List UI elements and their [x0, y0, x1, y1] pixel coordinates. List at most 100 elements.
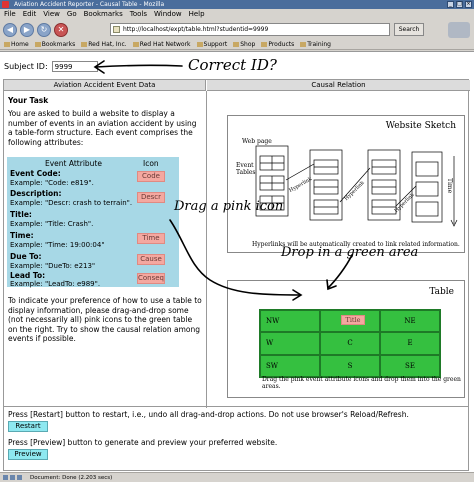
back-icon[interactable]: ◀ — [3, 23, 17, 37]
drop-cell-ne[interactable]: NE — [380, 310, 440, 333]
left-column-header: Aviation Accident Event Data — [4, 80, 206, 91]
drop-cell-n[interactable]: Title — [320, 310, 380, 333]
drop-cell-c[interactable]: C — [320, 332, 380, 355]
restart-button[interactable]: Restart — [8, 421, 48, 432]
drop-cell-s[interactable]: S — [320, 354, 380, 377]
right-column-header: Causal Relation — [207, 80, 470, 91]
preview-instructions: Press [Preview] button to generate and p… — [8, 438, 278, 447]
pink-icon-code[interactable]: Code — [137, 171, 165, 182]
url-text: http://localhost/expt/table.html?student… — [123, 26, 269, 33]
subject-label: Subject ID: — [4, 62, 48, 71]
subject-id-input[interactable] — [51, 61, 98, 72]
status-bar: Document: Done (2.203 secs) — [0, 472, 474, 482]
status-icons — [3, 475, 22, 480]
minimize-icon[interactable]: _ — [447, 1, 454, 8]
attr-label-title: Title: — [10, 210, 32, 219]
sketch-time-label: Time — [446, 178, 453, 194]
column-divider — [206, 91, 207, 408]
menu-tools[interactable]: Tools — [130, 9, 147, 20]
attr-example-description: Example: "Descr: crash to terrain". — [10, 199, 133, 207]
attr-example-time: Example: "Time: 19:00:04" — [10, 241, 105, 249]
preview-button[interactable]: Preview — [8, 449, 48, 460]
cell-label-s: S — [347, 361, 353, 370]
bookmark-redhat-network[interactable]: Red Hat Network — [133, 40, 191, 49]
menu-window[interactable]: Window — [154, 9, 182, 20]
bottom-controls: Press [Restart] button to restart, i.e.,… — [3, 407, 469, 471]
maximize-icon[interactable]: □ — [456, 1, 463, 8]
status-text: Document: Done (2.203 secs) — [30, 475, 113, 481]
window-titlebar: Aviation Accident Reporter - Causal Tabl… — [0, 0, 474, 9]
attr-example-dueto: Example: "DueTo: e213" — [10, 262, 96, 270]
attr-label-time: Time: — [10, 231, 34, 240]
window-title: Aviation Accident Reporter - Causal Tabl… — [14, 1, 165, 8]
bookmark-redhat[interactable]: Red Hat, Inc. — [81, 40, 126, 49]
attr-label-leadto: Lead To: — [10, 271, 46, 280]
sketch-diagram — [255, 145, 458, 227]
drop-cell-se[interactable]: SE — [380, 354, 440, 377]
cell-label-ne: NE — [404, 317, 416, 326]
task-instructions: To indicate your preference of how to us… — [8, 296, 202, 343]
bookmark-shop[interactable]: Shop — [233, 40, 255, 49]
search-button[interactable]: Search — [394, 23, 424, 36]
annotation-correct-id: Correct ID? — [188, 56, 277, 74]
cell-label-nw: NW — [266, 317, 280, 326]
menu-view[interactable]: View — [43, 9, 60, 20]
cell-label-c: C — [347, 339, 353, 348]
attr-example-code: Example: "Code: e819". — [10, 179, 94, 187]
restart-instructions: Press [Restart] button to restart, i.e.,… — [8, 410, 409, 419]
drop-table-panel: Table NW Title NE W C E SW S SE Drag the… — [227, 280, 465, 398]
cell-label-w: W — [266, 339, 274, 348]
cell-label-se: SE — [405, 361, 415, 370]
menu-help[interactable]: Help — [189, 9, 205, 20]
reload-icon[interactable]: ↻ — [37, 23, 51, 37]
close-icon[interactable]: × — [465, 1, 472, 8]
annotation-drag: Drag a pink icon — [174, 199, 284, 214]
status-mail-icon[interactable] — [3, 475, 8, 480]
url-field[interactable]: http://localhost/expt/table.html?student… — [110, 23, 390, 36]
attr-label-description: Description: — [10, 189, 62, 198]
bookmark-training[interactable]: Training — [300, 40, 331, 49]
table-panel-caption: Drag the pink event attribute icons and … — [262, 376, 461, 390]
window-controls: _ □ × — [447, 1, 472, 8]
bookmarks-toolbar: Home Bookmarks Red Hat, Inc. Red Hat Net… — [0, 40, 474, 50]
green-drop-grid: NW Title NE W C E SW S SE — [259, 309, 441, 378]
menu-edit[interactable]: Edit — [23, 9, 37, 20]
menu-file[interactable]: File — [4, 9, 16, 20]
arrow-to-subject-id — [95, 64, 183, 68]
attribute-table: Event Attribute Icon Event Code: Example… — [7, 157, 179, 288]
drop-cell-nw[interactable]: NW — [260, 310, 320, 333]
bookmark-products[interactable]: Products — [261, 40, 294, 49]
status-composer-icon[interactable] — [10, 475, 15, 480]
icon-header: Icon — [143, 159, 159, 168]
subject-row: Subject ID: — [4, 61, 98, 72]
menu-bar: File Edit View Go Bookmarks Tools Window… — [0, 9, 474, 20]
task-description: You are asked to build a website to disp… — [8, 109, 197, 147]
status-address-icon[interactable] — [17, 475, 22, 480]
stop-icon[interactable]: ✕ — [54, 23, 68, 37]
attr-label-code: Event Code: — [10, 169, 61, 178]
drop-cell-w[interactable]: W — [260, 332, 320, 355]
website-sketch: Website Sketch Web page Event Tables Tim… — [227, 115, 465, 253]
main-table: Aviation Accident Event Data Causal Rela… — [3, 79, 470, 408]
menu-go[interactable]: Go — [67, 9, 77, 20]
annotation-drop: Drop in a green area — [281, 245, 419, 260]
forward-icon[interactable]: ▶ — [20, 23, 34, 37]
bookmark-home[interactable]: Home — [4, 40, 29, 49]
attr-example-title: Example: "Title: Crash". — [10, 220, 94, 228]
attribute-header: Event Attribute — [45, 159, 102, 168]
navigation-toolbar: ◀ ▶ ↻ ✕ http://localhost/expt/table.html… — [0, 20, 474, 40]
drop-cell-e[interactable]: E — [380, 332, 440, 355]
page-icon — [113, 26, 120, 33]
pink-icon-cause[interactable]: Cause — [137, 254, 165, 265]
pink-icon-conseq[interactable]: Conseq — [137, 273, 165, 284]
table-panel-title: Table — [429, 287, 454, 297]
page-content: Subject ID: Correct ID? Aviation Acciden… — [0, 51, 474, 472]
dropped-icon-title[interactable]: Title — [341, 315, 365, 325]
drop-cell-sw[interactable]: SW — [260, 354, 320, 377]
menu-bookmarks[interactable]: Bookmarks — [84, 9, 123, 20]
pink-icon-time[interactable]: Time — [137, 233, 165, 244]
bookmark-support[interactable]: Support — [197, 40, 228, 49]
mozilla-logo-icon — [448, 22, 470, 38]
bookmark-bookmarks[interactable]: Bookmarks — [35, 40, 76, 49]
pink-icon-descr[interactable]: Descr — [137, 192, 165, 203]
